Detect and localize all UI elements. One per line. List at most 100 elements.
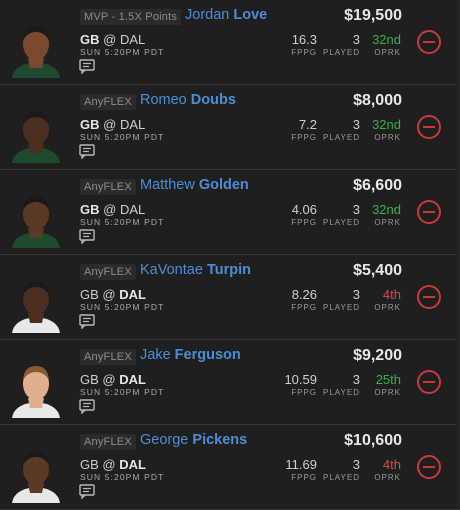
player-headshot <box>8 184 64 248</box>
oprk-value: 4th <box>382 457 401 472</box>
fppg-value: 11.69 <box>285 457 317 472</box>
played-value: 3 <box>352 372 360 387</box>
player-row[interactable]: AnyFLEX KaVontae Turpin GB @ DAL SUN 5:2… <box>0 255 460 340</box>
roster-slot-badge: AnyFLEX <box>80 264 136 280</box>
played-value: 3 <box>352 457 360 472</box>
player-last-name: Doubs <box>190 92 236 108</box>
played-value: 3 <box>352 287 360 302</box>
oprk-value: 25th <box>375 372 401 387</box>
oprk-label: OPRK <box>374 218 401 227</box>
player-first-name: George <box>140 432 189 448</box>
fppg-label: FPPG <box>291 133 317 142</box>
fppg-label: FPPG <box>291 48 317 57</box>
matchup: GB @ DAL <box>80 117 145 132</box>
player-row[interactable]: AnyFLEX Matthew Golden GB @ DAL SUN 5:20… <box>0 170 460 255</box>
fppg-value: 8.26 <box>291 287 317 302</box>
fppg-value: 10.59 <box>284 372 317 387</box>
player-last-name: Golden <box>198 177 249 193</box>
fppg-value: 4.06 <box>291 202 317 217</box>
player-first-name: Matthew <box>140 177 195 193</box>
player-name[interactable]: Jordan Love <box>185 7 267 23</box>
played-value: 3 <box>352 32 360 47</box>
fppg-value: 16.3 <box>291 32 317 47</box>
remove-player-icon[interactable] <box>417 200 441 224</box>
player-team: GB <box>80 287 99 302</box>
played-label: PLAYED <box>323 48 360 57</box>
fppg-label: FPPG <box>291 473 317 482</box>
oprk-value: 4th <box>382 287 401 302</box>
matchup: GB @ DAL <box>80 32 145 47</box>
remove-player-icon[interactable] <box>417 30 441 54</box>
player-row[interactable]: MVP - 1.5X Points Jordan Love GB @ DAL S… <box>0 0 460 85</box>
game-time: SUN 5:20PM PDT <box>80 47 165 57</box>
at-sign: @ <box>103 32 117 47</box>
player-last-name: Love <box>233 7 268 23</box>
notes-icon[interactable] <box>79 229 95 245</box>
matchup: GB @ DAL <box>80 457 146 472</box>
game-time: SUN 5:20PM PDT <box>80 387 165 397</box>
notes-icon[interactable] <box>79 59 95 75</box>
roster-slot-badge: AnyFLEX <box>80 94 136 110</box>
player-team: GB <box>80 372 99 387</box>
player-salary: $19,500 <box>344 7 402 24</box>
player-last-name: Pickens <box>192 432 248 448</box>
oprk-value: 32nd <box>372 32 401 47</box>
opponent-team: DAL <box>119 372 146 387</box>
played-label: PLAYED <box>323 303 360 312</box>
notes-icon[interactable] <box>79 399 95 415</box>
remove-player-icon[interactable] <box>417 455 441 479</box>
notes-icon[interactable] <box>79 484 95 500</box>
player-headshot <box>8 439 64 503</box>
notes-icon[interactable] <box>79 314 95 330</box>
player-name[interactable]: George Pickens <box>140 432 247 448</box>
at-sign: @ <box>102 457 116 472</box>
player-name[interactable]: Romeo Doubs <box>140 92 236 108</box>
game-time: SUN 5:20PM PDT <box>80 132 165 142</box>
player-first-name: Jordan <box>185 7 230 23</box>
player-salary: $9,200 <box>353 347 402 364</box>
player-name[interactable]: Matthew Golden <box>140 177 249 193</box>
player-salary: $6,600 <box>353 177 402 194</box>
player-first-name: Romeo <box>140 92 187 108</box>
player-row[interactable]: AnyFLEX Romeo Doubs GB @ DAL SUN 5:20PM … <box>0 85 460 170</box>
roster-slot-badge: AnyFLEX <box>80 434 136 450</box>
player-headshot <box>8 269 64 333</box>
opponent-team: DAL <box>119 117 146 132</box>
played-value: 3 <box>352 117 360 132</box>
player-name[interactable]: Jake Ferguson <box>140 347 241 363</box>
lineup-player-list: MVP - 1.5X Points Jordan Love GB @ DAL S… <box>0 0 460 510</box>
player-team: GB <box>80 202 100 217</box>
opponent-team: DAL <box>119 287 146 302</box>
player-last-name: Ferguson <box>174 347 241 363</box>
player-salary: $8,000 <box>353 92 402 109</box>
player-name[interactable]: KaVontae Turpin <box>140 262 251 278</box>
fppg-label: FPPG <box>291 218 317 227</box>
oprk-label: OPRK <box>374 48 401 57</box>
played-label: PLAYED <box>323 473 360 482</box>
fppg-label: FPPG <box>291 303 317 312</box>
player-row[interactable]: AnyFLEX George Pickens GB @ DAL SUN 5:20… <box>0 425 460 510</box>
roster-slot-badge: MVP - 1.5X Points <box>80 9 182 25</box>
fppg-value: 7.2 <box>298 117 317 132</box>
game-time: SUN 5:20PM PDT <box>80 217 165 227</box>
opponent-team: DAL <box>119 32 146 47</box>
remove-player-icon[interactable] <box>417 370 441 394</box>
player-salary: $5,400 <box>353 262 402 279</box>
player-row[interactable]: AnyFLEX Jake Ferguson GB @ DAL SUN 5:20P… <box>0 340 460 425</box>
at-sign: @ <box>103 202 117 217</box>
at-sign: @ <box>102 287 116 302</box>
at-sign: @ <box>103 117 117 132</box>
played-label: PLAYED <box>323 218 360 227</box>
player-first-name: KaVontae <box>140 262 203 278</box>
oprk-label: OPRK <box>374 133 401 142</box>
matchup: GB @ DAL <box>80 372 146 387</box>
oprk-value: 32nd <box>372 202 401 217</box>
played-label: PLAYED <box>323 133 360 142</box>
player-first-name: Jake <box>140 347 171 363</box>
roster-slot-badge: AnyFLEX <box>80 349 136 365</box>
remove-player-icon[interactable] <box>417 115 441 139</box>
roster-slot-badge: AnyFLEX <box>80 179 136 195</box>
notes-icon[interactable] <box>79 144 95 160</box>
at-sign: @ <box>102 372 116 387</box>
remove-player-icon[interactable] <box>417 285 441 309</box>
